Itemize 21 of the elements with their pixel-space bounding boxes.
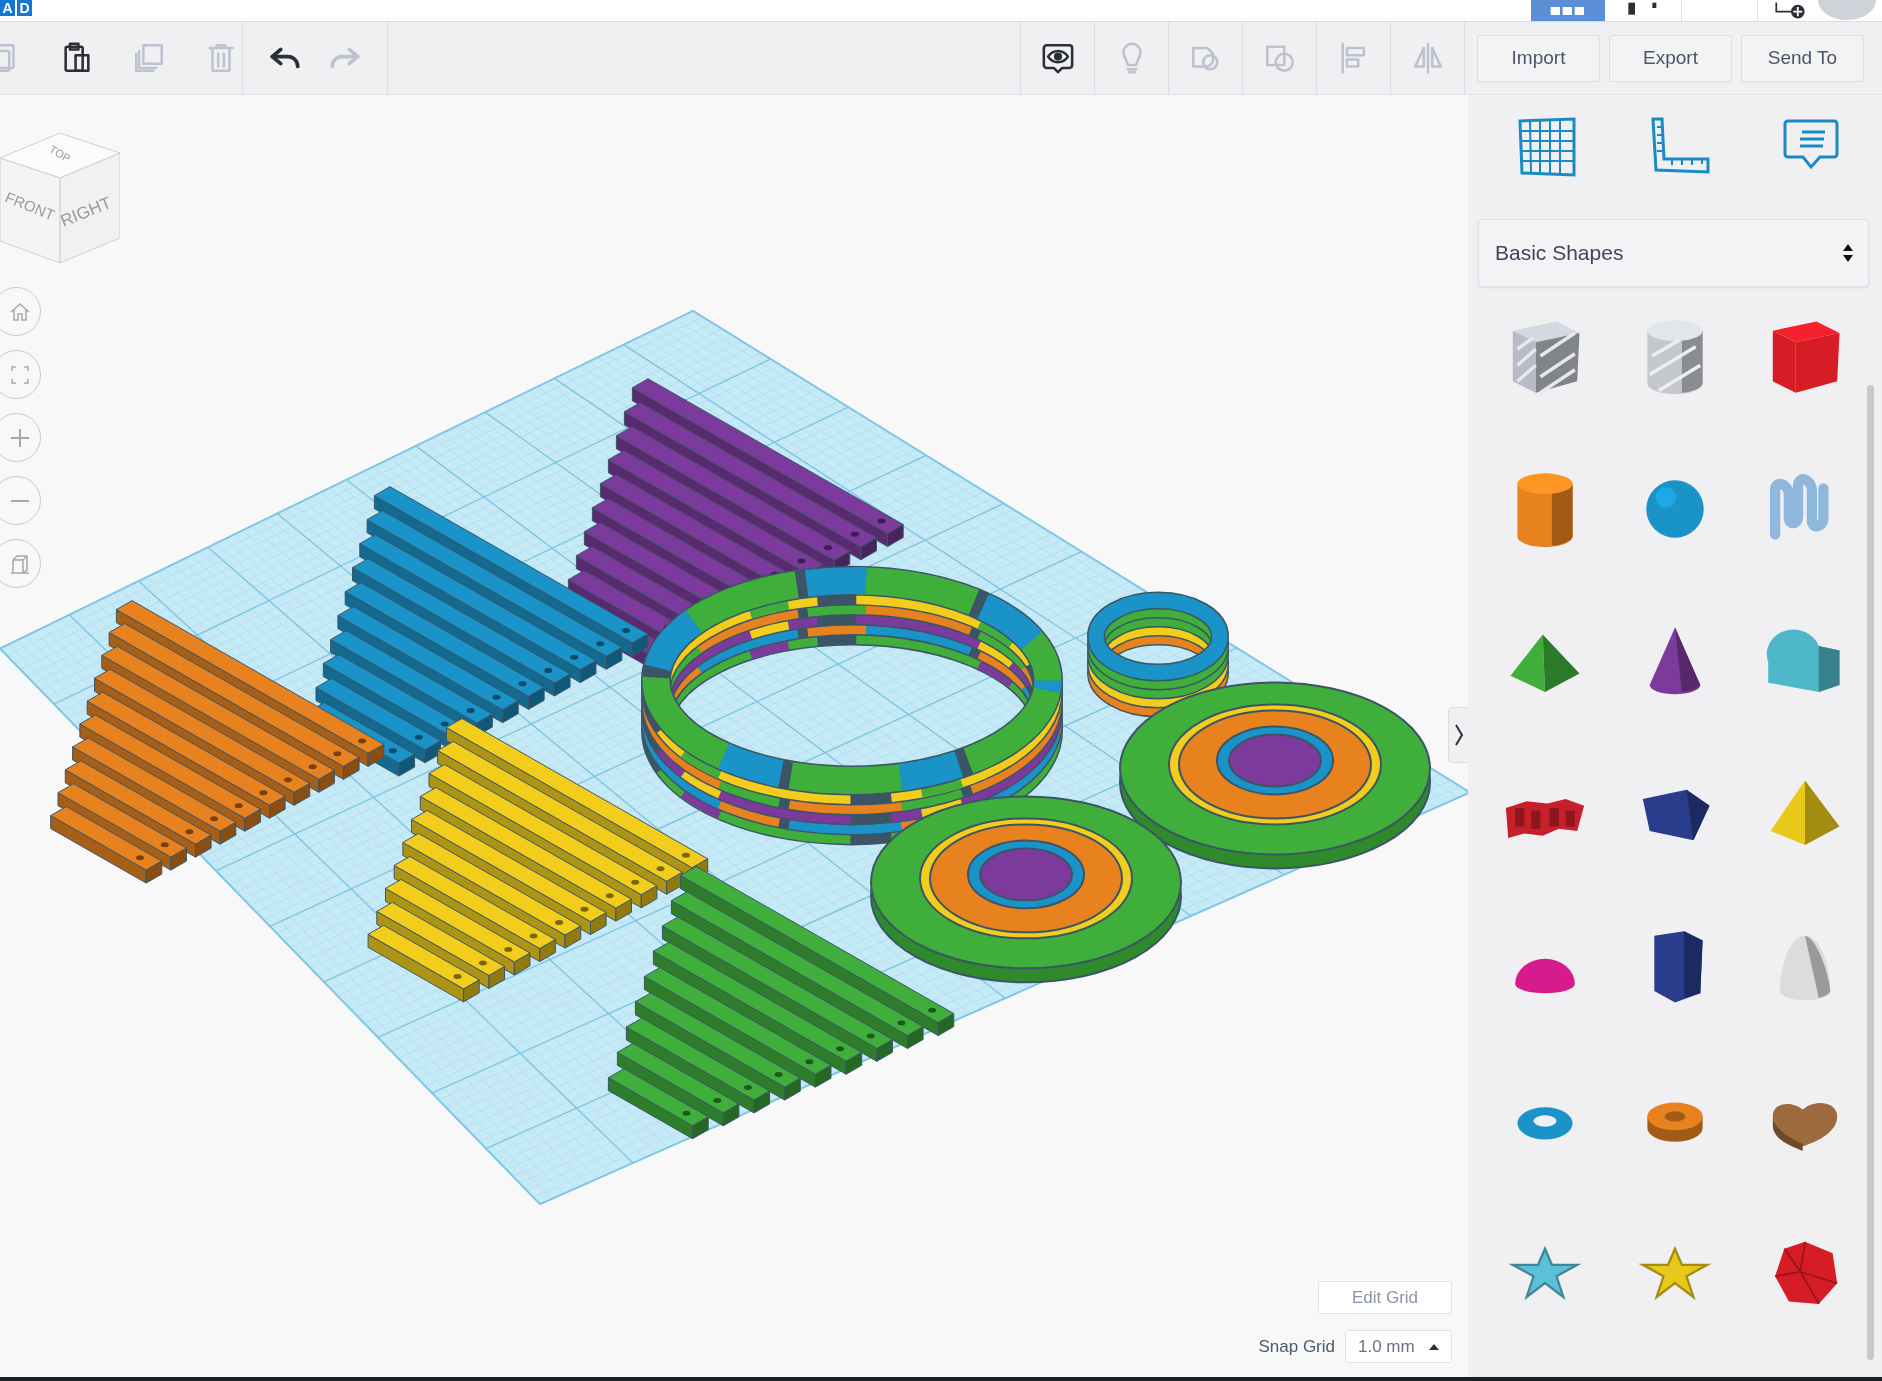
toolbar-button[interactable]: Send To — [1741, 34, 1864, 82]
zoom-in-icon[interactable] — [0, 413, 41, 462]
collapse-panel-button[interactable] — [1448, 707, 1468, 763]
add-folder-icon[interactable] — [1774, 0, 1808, 21]
chevron-icon — [1454, 723, 1464, 747]
home-icon[interactable] — [0, 287, 41, 336]
snap-grid-label: Snap Grid — [1258, 1336, 1335, 1357]
fit-view-icon[interactable] — [0, 350, 41, 399]
toolbar-button[interactable]: Import — [1477, 34, 1600, 82]
scrollbar[interactable] — [1867, 385, 1874, 1360]
eye-bubble-icon[interactable] — [1040, 41, 1075, 75]
shape-library-dropdown[interactable]: Basic Shapes — [1478, 219, 1869, 287]
logo-letter: A — [0, 0, 15, 16]
perspective-icon[interactable] — [0, 539, 41, 588]
caret-icon — [1429, 1343, 1439, 1350]
sort-arrows-icon — [1842, 242, 1854, 264]
grid-view-button[interactable] — [1531, 0, 1605, 21]
cube-face-label: TOP — [47, 142, 73, 165]
logo-letter: D — [17, 0, 32, 16]
toolbar-button[interactable]: Export — [1609, 34, 1732, 82]
snap-grid-dropdown[interactable]: 1.0 mm — [1345, 1330, 1452, 1363]
